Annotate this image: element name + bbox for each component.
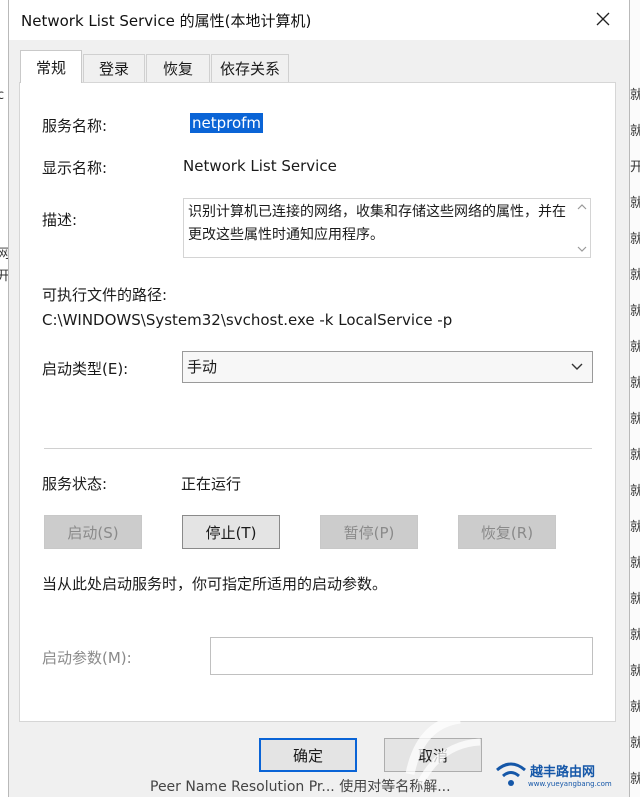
background-glyph: 就	[630, 520, 640, 535]
background-glyph: 就	[630, 232, 640, 247]
close-button[interactable]	[587, 4, 619, 34]
tab-recovery[interactable]: 恢复	[146, 54, 210, 82]
description-text: 识别计算机已连接的网络，收集和存储这些网络的属性，并在更改这些属性时通知应用程序…	[188, 204, 566, 243]
service-name-value[interactable]: netprofm	[190, 113, 264, 133]
tab-logon[interactable]: 登录	[83, 54, 145, 82]
watermark-url: www.yueyangbang.com	[528, 780, 612, 788]
tab-general[interactable]: 常规	[20, 50, 82, 83]
background-glyph: 就	[630, 484, 640, 499]
tab-dependencies[interactable]: 依存关系	[211, 54, 289, 82]
start-params-label: 启动参数(M):	[42, 649, 132, 667]
background-glyph: 就	[630, 664, 640, 679]
display-name-value[interactable]: Network List Service	[183, 157, 337, 175]
tab-label: 恢复	[162, 60, 193, 78]
section-divider	[44, 448, 592, 449]
startup-type-label: 启动类型(E):	[42, 360, 129, 378]
startup-type-select[interactable]: 手动	[182, 351, 593, 383]
start-button[interactable]: 启动(S)	[44, 515, 142, 549]
background-glyph: 就	[630, 376, 640, 391]
background-glyph: 就	[630, 448, 640, 463]
service-status-label: 服务状态:	[42, 475, 108, 493]
service-properties-dialog: Network List Service 的属性(本地计算机) 常规 登录 恢复…	[8, 0, 630, 797]
watermark: 越丰路由网 www.yueyangbang.com	[390, 704, 640, 797]
tab-label: 常规	[35, 58, 66, 77]
background-glyph: 就	[630, 304, 640, 319]
description-textbox[interactable]: 识别计算机已连接的网络，收集和存储这些网络的属性，并在更改这些属性时通知应用程序…	[183, 198, 591, 258]
exe-path-label: 可执行文件的路径:	[42, 286, 168, 304]
display-name-label: 显示名称:	[42, 159, 108, 177]
watermark-text: 越丰路由网	[530, 765, 596, 780]
background-glyph: 就	[630, 124, 640, 139]
resume-button[interactable]: 恢复(R)	[458, 515, 556, 549]
description-scrollbar[interactable]	[576, 201, 588, 255]
stop-button[interactable]: 停止(T)	[182, 515, 280, 549]
window-title: Network List Service 的属性(本地计算机)	[21, 12, 312, 30]
title-bar: Network List Service 的属性(本地计算机)	[9, 0, 629, 40]
button-label: 恢复(R)	[480, 523, 534, 542]
background-glyph: 就	[630, 628, 640, 643]
tab-label: 登录	[98, 60, 129, 78]
tab-label: 依存关系	[219, 60, 280, 78]
background-glyph: 就	[630, 268, 640, 283]
chevron-down-icon	[571, 363, 583, 370]
button-label: 停止(T)	[205, 523, 257, 542]
router-logo-icon	[405, 714, 481, 786]
start-params-hint: 当从此处启动服务时，你可指定所适用的启动参数。	[42, 575, 388, 593]
background-glyph: 开	[630, 160, 640, 175]
exe-path-value[interactable]: C:\WINDOWS\System32\svchost.exe -k Local…	[42, 311, 452, 329]
background-glyph: 就	[630, 340, 640, 355]
description-label: 描述:	[42, 211, 78, 229]
ok-button[interactable]: 确定	[259, 738, 357, 772]
background-glyph: 就	[630, 592, 640, 607]
background-glyph: c	[0, 88, 5, 103]
scroll-down-icon	[577, 246, 587, 252]
background-glyph: 就	[630, 412, 640, 427]
scroll-up-icon	[577, 204, 587, 210]
service-name-label: 服务名称:	[42, 117, 108, 135]
startup-type-value: 手动	[187, 358, 218, 376]
pause-button[interactable]: 暂停(P)	[320, 515, 418, 549]
service-status-value: 正在运行	[181, 475, 242, 493]
button-label: 启动(S)	[67, 523, 119, 542]
wifi-icon	[496, 762, 526, 786]
general-tab-panel: 服务名称: netprofm 显示名称: Network List Servic…	[19, 82, 616, 722]
background-glyph: 就	[630, 88, 640, 103]
background-glyph: 就	[630, 556, 640, 571]
start-params-input[interactable]	[210, 637, 593, 675]
button-label: 暂停(P)	[343, 523, 395, 542]
close-icon	[596, 12, 610, 26]
button-label: 确定	[292, 746, 323, 765]
background-glyph: 就	[630, 196, 640, 211]
